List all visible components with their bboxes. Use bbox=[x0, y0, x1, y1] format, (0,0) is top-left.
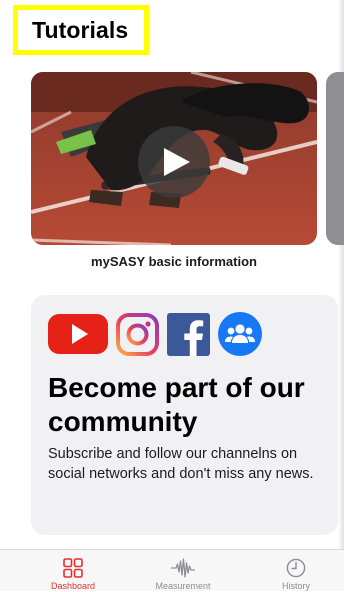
community-description: Subscribe and follow our channelns on so… bbox=[48, 446, 314, 482]
tab-history[interactable]: History bbox=[241, 550, 344, 592]
play-button[interactable] bbox=[138, 126, 210, 198]
instagram-icon[interactable] bbox=[116, 312, 159, 356]
clock-icon bbox=[286, 558, 306, 578]
youtube-icon[interactable] bbox=[48, 312, 108, 356]
bottom-tab-bar: Dashboard Measurement History bbox=[0, 549, 344, 591]
community-group-icon[interactable] bbox=[218, 312, 262, 356]
page-title: Tutorials bbox=[32, 16, 129, 43]
next-tutorial-card-peek[interactable] bbox=[326, 72, 344, 245]
social-links bbox=[48, 311, 262, 357]
community-heading: Become part of our community bbox=[48, 372, 305, 437]
waveform-icon bbox=[171, 558, 195, 578]
page-title-highlight: Tutorials bbox=[13, 5, 149, 55]
tab-dashboard-label: Dashboard bbox=[50, 581, 96, 591]
tutorials-carousel[interactable]: mySASY basic information bbox=[31, 72, 344, 272]
tab-measurement[interactable]: Measurement bbox=[128, 550, 238, 592]
community-card: Become part of our community Subscribe a… bbox=[31, 295, 338, 535]
tab-history-label: History bbox=[281, 581, 310, 591]
facebook-icon[interactable] bbox=[167, 312, 210, 356]
tutorial-video-card[interactable] bbox=[31, 72, 317, 245]
app-screen: Tutorials mySASY basic information Becom… bbox=[0, 0, 344, 591]
play-icon bbox=[164, 148, 190, 176]
tab-dashboard[interactable]: Dashboard bbox=[18, 550, 128, 592]
tab-measurement-label: Measurement bbox=[155, 581, 211, 591]
dashboard-grid-icon bbox=[63, 558, 83, 578]
tutorial-caption: mySASY basic information bbox=[91, 254, 257, 269]
